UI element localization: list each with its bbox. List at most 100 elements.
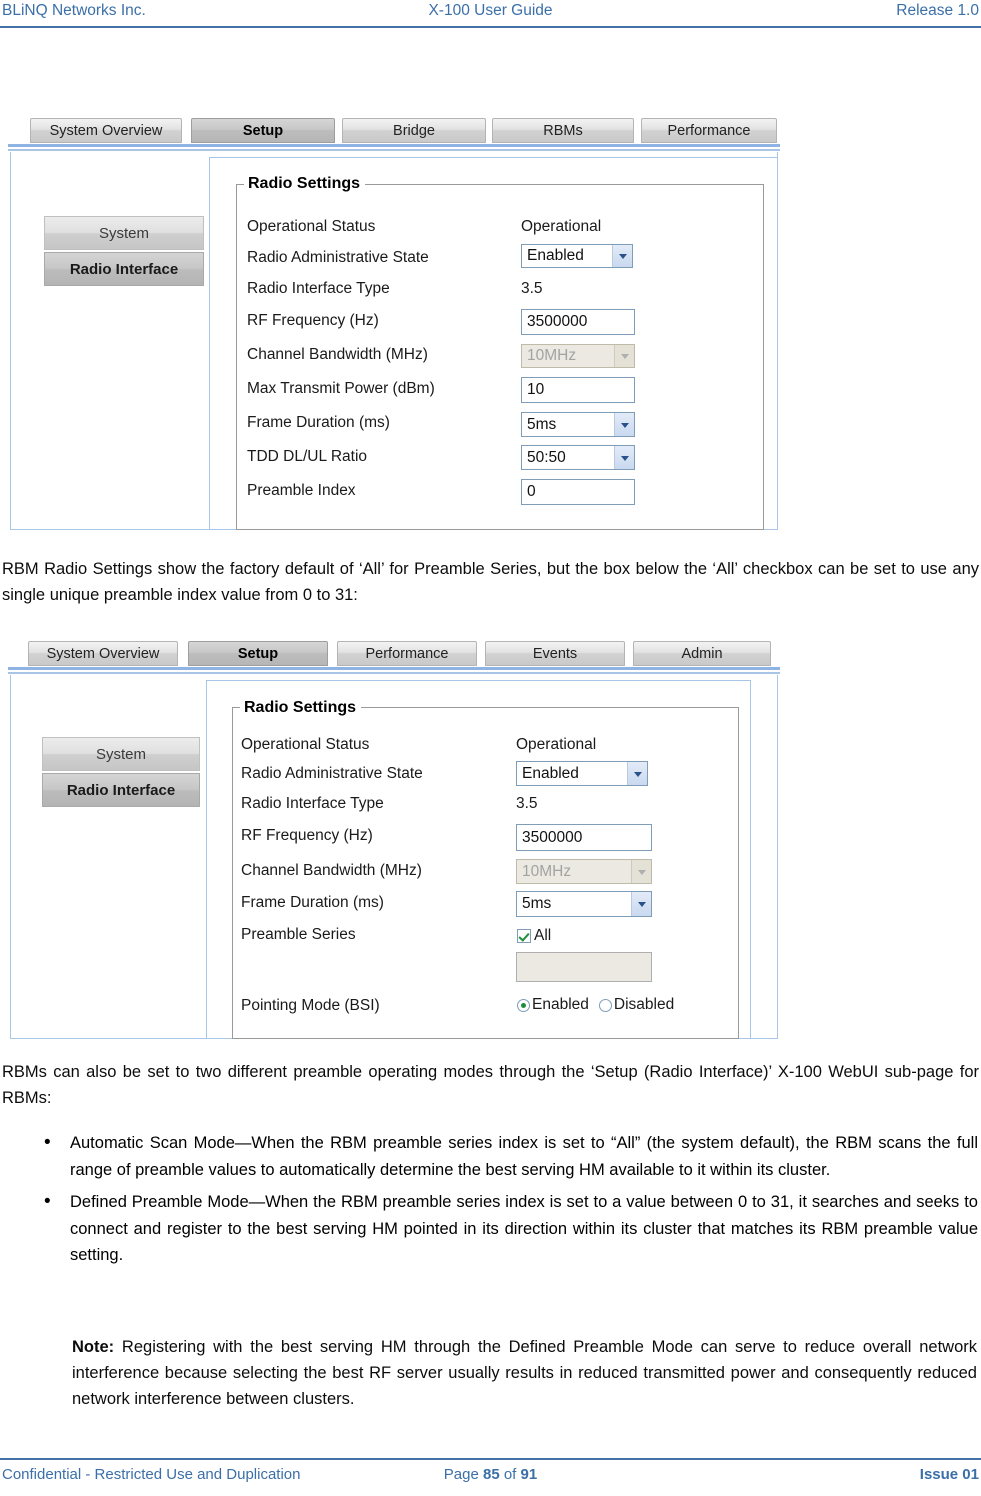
field-value-operational-status: Operational [516,736,597,753]
preamble-modes-list: • Automatic Scan Mode—When the RBM pream… [38,1130,978,1275]
select-value: 5ms [527,415,557,433]
select-value: 50:50 [527,448,566,466]
tabbar-underline-secondary [8,149,780,151]
select-value: Enabled [527,247,584,264]
chevron-down-icon[interactable] [614,413,634,436]
list-item-text: Defined Preamble Mode—When the RBM pream… [70,1193,978,1264]
field-value-radio-interface-type: 3.5 [521,280,543,297]
sidebar-item-label: System [98,225,149,242]
field-input-rf-frequency[interactable]: 3500000 [516,824,652,851]
sidebar-item-system[interactable]: System [44,216,204,250]
page-header: BLiNQ Networks Inc. X-100 User Guide Rel… [0,0,981,28]
checkbox-label: All [534,927,552,944]
sidebar-item-label: Radio Interface [66,782,176,799]
tab-label: System Overview [46,646,160,662]
tab-label: Bridge [393,123,435,139]
list-item: • Defined Preamble Mode—When the RBM pre… [38,1189,978,1269]
field-label-radio-administrative-state: Radio Administrative State [247,249,429,266]
field-label-frame-duration: Frame Duration (ms) [241,894,384,911]
field-select-tdd-dl-ul-ratio[interactable]: 50:50 [521,445,635,470]
bullet-icon: • [44,1132,51,1153]
field-label-frame-duration: Frame Duration (ms) [247,414,390,431]
paragraph-rbm-radio-settings: RBM Radio Settings show the factory defa… [2,560,979,604]
chevron-down-icon [614,345,634,367]
header-release: Release 1.0 [896,2,979,19]
tab-label: Setup [242,123,284,139]
radio-option-enabled[interactable]: Enabled [517,996,589,1014]
field-label-max-transmit-power: Max Transmit Power (dBm) [247,380,435,397]
footer-page-total: 91 [520,1466,538,1483]
field-label-operational-status: Operational Status [241,736,370,753]
tab-label: Performance [365,646,449,662]
field-input-rf-frequency[interactable]: 3500000 [521,309,635,335]
field-select-radio-administrative-state[interactable]: Enabled [516,761,648,786]
radio-icon[interactable] [517,998,530,1012]
tab-events[interactable]: Events [485,641,625,666]
paragraph-rbm-preamble-modes: RBMs can also be set to two different pr… [2,1063,979,1107]
list-item-text: Automatic Scan Mode—When the RBM preambl… [70,1134,978,1179]
sidebar-item-system[interactable]: System [42,737,200,771]
field-select-frame-duration[interactable]: 5ms [521,412,635,437]
header-divider [0,26,981,28]
field-label-radio-interface-type: Radio Interface Type [247,280,390,297]
tab-setup[interactable]: Setup [191,118,335,143]
tab-admin[interactable]: Admin [633,641,771,666]
select-value: 10MHz [527,347,577,364]
tab-label: Performance [667,123,751,139]
checkbox-icon[interactable] [517,929,531,943]
select-value: Enabled [522,764,579,782]
tab-system-overview[interactable]: System Overview [30,118,182,143]
chevron-down-icon[interactable] [612,245,632,267]
sidebar-item-radio-interface[interactable]: Radio Interface [44,252,204,286]
sidebar-item-radio-interface[interactable]: Radio Interface [42,773,200,807]
radio-settings-legend: Radio Settings [244,175,366,193]
footer-page-number: 85 [482,1466,500,1483]
tab-performance[interactable]: Performance [337,641,477,666]
radio-label: Disabled [613,996,675,1013]
select-value: 10MHz [522,862,572,880]
tab-label: System Overview [49,123,163,139]
field-label-preamble-index: Preamble Index [247,482,356,499]
field-input-preamble-index[interactable] [516,952,652,982]
chevron-down-icon[interactable] [631,892,651,916]
note-text: Registering with the best serving HM thr… [72,1338,977,1408]
radio-option-disabled[interactable]: Disabled [598,996,675,1014]
footer-issue: Issue 01 [919,1466,979,1483]
field-label-channel-bandwidth: Channel Bandwidth (MHz) [247,346,428,363]
chevron-down-icon[interactable] [614,446,634,469]
tab-rbms[interactable]: RBMs [492,118,634,143]
field-value-radio-interface-type: 3.5 [516,795,538,812]
radio-label: Enabled [532,996,589,1013]
tab-setup[interactable]: Setup [188,641,328,666]
sidebar-item-label: System [95,746,146,763]
tab-label: Setup [237,646,279,662]
field-label-tdd-dl-ul-ratio: TDD DL/UL Ratio [247,448,368,465]
field-checkbox-preamble-series-all[interactable]: All [517,927,551,945]
field-label-radio-interface-type: Radio Interface Type [241,795,384,812]
field-input-preamble-index[interactable]: 0 [521,479,635,505]
footer-page-mid: of [499,1466,521,1483]
field-input-max-transmit-power[interactable]: 10 [521,377,635,403]
tab-label: RBMs [543,123,583,139]
field-select-channel-bandwidth: 10MHz [521,344,635,368]
tab-bridge[interactable]: Bridge [342,118,486,143]
chevron-down-icon [631,860,651,883]
field-label-channel-bandwidth: Channel Bandwidth (MHz) [241,862,422,879]
field-select-radio-administrative-state[interactable]: Enabled [521,244,633,268]
field-label-rf-frequency: RF Frequency (Hz) [241,827,373,844]
input-value: 0 [527,483,536,501]
radio-icon[interactable] [598,998,612,1012]
tab-system-overview[interactable]: System Overview [28,641,178,666]
tab-performance[interactable]: Performance [641,118,777,143]
input-value: 3500000 [527,313,588,331]
field-select-frame-duration[interactable]: 5ms [516,891,652,917]
field-label-rf-frequency: RF Frequency (Hz) [247,312,379,329]
input-value: 10 [527,381,545,399]
footer-divider [0,1458,981,1460]
tabbar-underline [8,144,780,147]
field-label-pointing-mode: Pointing Mode (BSI) [241,997,380,1014]
tab-label: Admin [681,646,723,662]
field-radiogroup-pointing-mode[interactable]: Enabled Disabled [517,996,684,1014]
field-value-operational-status: Operational [521,218,602,235]
chevron-down-icon[interactable] [627,762,647,785]
